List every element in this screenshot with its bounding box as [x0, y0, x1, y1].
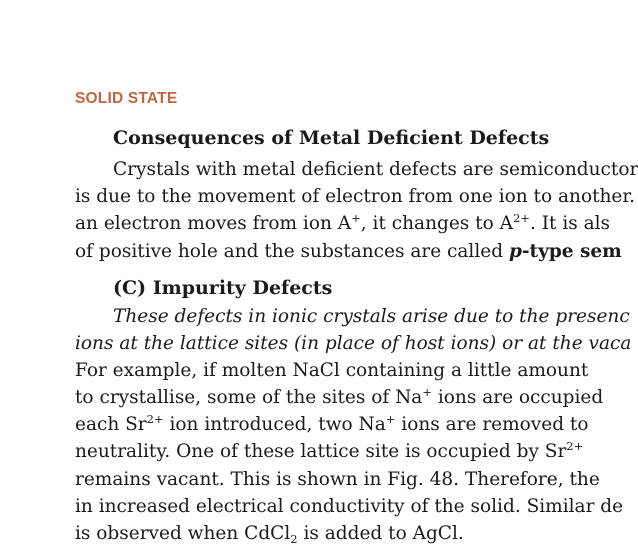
superscript: 2+ — [146, 412, 164, 426]
emphasis-p: p — [508, 241, 522, 262]
paragraph-line-italic: ions at the lattice sites (in place of h… — [75, 333, 632, 354]
superscript: 2+ — [566, 439, 584, 453]
emphasis-type: -type — [521, 241, 580, 262]
paragraph-line: Crystals with metal deficient defects ar… — [113, 159, 638, 180]
text-run: each Sr — [75, 414, 147, 435]
emphasis-sem: sem — [580, 241, 622, 262]
subsection-heading-metal-deficient-consequences: Consequences of Metal Deficient Defects — [113, 127, 550, 149]
text-run: to crystallise, some of the sites of Na — [75, 387, 423, 408]
paragraph-line: is due to the movement of electron from … — [75, 186, 636, 207]
paragraph-line: For example, if molten NaCl containing a… — [75, 360, 589, 381]
section-header: SOLID STATE — [75, 90, 178, 107]
text-run: an electron moves from ion A — [75, 213, 352, 234]
superscript: + — [351, 211, 361, 225]
text-run: neutrality. One of these lattice site is… — [75, 441, 567, 462]
text-run: is observed when CdCl — [75, 523, 291, 544]
text-run: ions are occupied — [431, 387, 604, 408]
text-run: ion introduced, two Na — [163, 414, 386, 435]
paragraph-line: each Sr2+ ion introduced, two Na+ ions a… — [75, 413, 589, 435]
subscript: 2 — [290, 532, 298, 546]
document-page: SOLID STATE Consequences of Metal Defici… — [0, 0, 638, 547]
superscript: + — [385, 412, 396, 426]
text-run: , it changes to A — [360, 213, 513, 234]
paragraph-line-italic: These defects in ionic crystals arise du… — [113, 306, 630, 327]
paragraph-line: neutrality. One of these lattice site is… — [75, 440, 583, 462]
paragraph-line: to crystallise, some of the sites of Na+… — [75, 386, 604, 408]
paragraph-line: is observed when CdCl2 is added to AgCl. — [75, 523, 464, 546]
superscript: + — [422, 385, 432, 399]
text-run: . It is als — [529, 213, 611, 234]
paragraph-line: in increased electrical conductivity of … — [75, 496, 624, 517]
text-run: is added to AgCl. — [297, 523, 464, 544]
subsection-heading-impurity-defects: (C) Impurity Defects — [113, 277, 333, 299]
paragraph-line: an electron moves from ion A+, it change… — [75, 212, 611, 234]
superscript: 2+ — [512, 211, 530, 225]
paragraph-line: remains vacant. This is shown in Fig. 48… — [75, 469, 600, 490]
paragraph-line: of positive hole and the substances are … — [75, 241, 622, 262]
text-run: ions are removed to — [395, 414, 589, 435]
text-run: of positive hole and the substances are … — [75, 241, 509, 262]
